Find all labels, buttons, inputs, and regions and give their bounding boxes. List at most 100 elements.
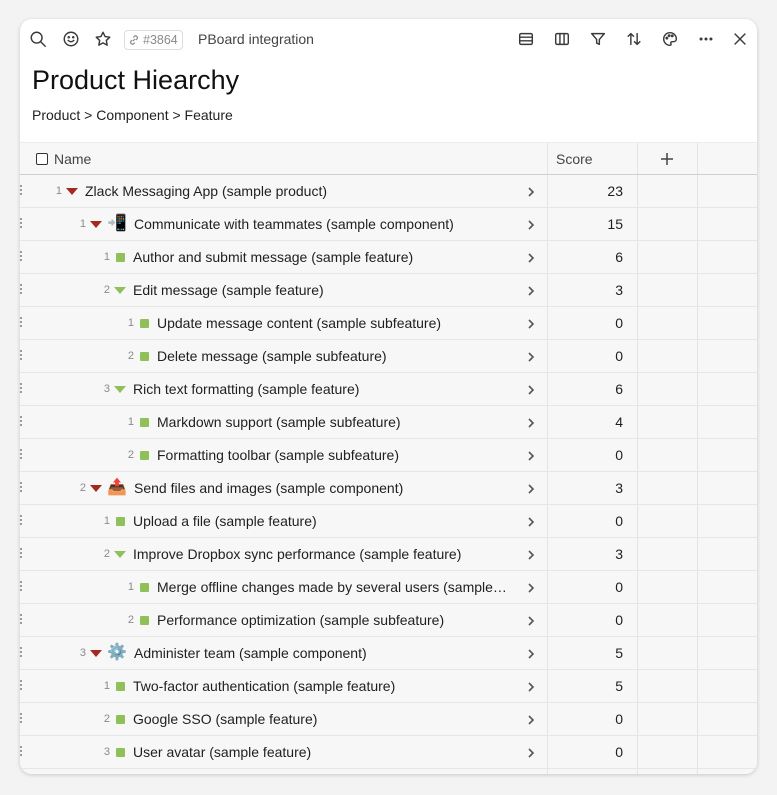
score-cell[interactable]: 15: [548, 208, 623, 240]
table-row[interactable]: 3 User avatar (sample feature) 0: [20, 736, 757, 769]
row-name[interactable]: Performance optimization (sample subfeat…: [157, 604, 517, 636]
chevron-right-icon[interactable]: [525, 350, 537, 362]
drag-handle-icon[interactable]: [20, 350, 24, 362]
chevron-right-icon[interactable]: [525, 383, 537, 395]
filter-icon[interactable]: [588, 29, 608, 49]
chevron-right-icon[interactable]: [525, 515, 537, 527]
table-row[interactable]: 1 Merge offline changes made by several u…: [20, 571, 757, 604]
chevron-right-icon[interactable]: [525, 647, 537, 659]
score-cell[interactable]: 6: [548, 373, 623, 405]
row-name[interactable]: Send files and images (sample component): [134, 472, 517, 504]
drag-handle-icon[interactable]: [20, 251, 24, 263]
drag-handle-icon[interactable]: [20, 680, 24, 692]
collapse-toggle-icon[interactable]: [114, 386, 126, 393]
score-cell[interactable]: 23: [548, 175, 623, 207]
row-name[interactable]: Zlack Messaging App (sample product): [85, 175, 517, 207]
score-cell[interactable]: 6: [548, 241, 623, 273]
score-cell[interactable]: 0: [548, 571, 623, 603]
table-view-icon[interactable]: [516, 29, 536, 49]
drag-handle-icon[interactable]: [20, 482, 24, 494]
score-cell[interactable]: 4: [548, 406, 623, 438]
score-cell[interactable]: 5: [548, 670, 623, 702]
score-cell[interactable]: 0: [548, 505, 623, 537]
drag-handle-icon[interactable]: [20, 713, 24, 725]
row-name[interactable]: Google SSO (sample feature): [133, 703, 517, 735]
row-name[interactable]: Two-factor authentication (sample featur…: [133, 670, 517, 702]
table-row[interactable]: 1 Update message content (sample subfeatu…: [20, 307, 757, 340]
chevron-right-icon[interactable]: [525, 317, 537, 329]
row-name[interactable]: Merge offline changes made by several us…: [157, 571, 517, 603]
row-name[interactable]: Markdown support (sample subfeature): [157, 406, 517, 438]
score-cell[interactable]: 5: [548, 637, 623, 669]
chevron-right-icon[interactable]: [525, 548, 537, 560]
row-name[interactable]: Author and submit message (sample featur…: [133, 241, 517, 273]
drag-handle-icon[interactable]: [20, 614, 24, 626]
collapse-toggle-icon[interactable]: [90, 650, 102, 657]
more-icon[interactable]: [696, 29, 716, 49]
chevron-right-icon[interactable]: [525, 449, 537, 461]
score-cell[interactable]: 3: [548, 472, 623, 504]
table-row[interactable]: 1 Upload a file (sample feature) 0: [20, 505, 757, 538]
drag-handle-icon[interactable]: [20, 218, 24, 230]
score-cell[interactable]: 0: [548, 736, 623, 768]
star-icon[interactable]: [93, 29, 113, 49]
table-row[interactable]: 2 Edit message (sample feature) 3: [20, 274, 757, 307]
drag-handle-icon[interactable]: [20, 284, 24, 296]
table-row[interactable]: 2 Google SSO (sample feature) 0: [20, 703, 757, 736]
table-row[interactable]: 1 Author and submit message (sample featu…: [20, 241, 757, 274]
drag-handle-icon[interactable]: [20, 581, 24, 593]
name-column-header[interactable]: Name: [54, 143, 91, 175]
table-row[interactable]: 1 📲 Communicate with teammates (sample com…: [20, 208, 757, 241]
collapse-toggle-icon[interactable]: [90, 485, 102, 492]
row-name[interactable]: Communicate with teammates (sample compo…: [134, 208, 517, 240]
row-name[interactable]: Delete message (sample subfeature): [157, 340, 517, 372]
score-cell[interactable]: 0: [548, 703, 623, 735]
score-column-header[interactable]: Score: [556, 143, 593, 175]
drag-handle-icon[interactable]: [20, 449, 24, 461]
score-cell[interactable]: 3: [548, 538, 623, 570]
table-row[interactable]: 3 ⚙️ Administer team (sample component) 5: [20, 637, 757, 670]
drag-handle-icon[interactable]: [20, 185, 24, 197]
palette-icon[interactable]: [660, 29, 680, 49]
row-name[interactable]: Administer team (sample component): [134, 637, 517, 669]
chevron-right-icon[interactable]: [525, 185, 537, 197]
table-row[interactable]: 2 Delete message (sample subfeature) 0: [20, 340, 757, 373]
chevron-right-icon[interactable]: [525, 482, 537, 494]
close-icon[interactable]: [730, 29, 750, 49]
chevron-right-icon[interactable]: [525, 581, 537, 593]
table-row[interactable]: 2 Improve Dropbox sync performance (sampl…: [20, 538, 757, 571]
table-row[interactable]: 2 Formatting toolbar (sample subfeature) 0: [20, 439, 757, 472]
chevron-right-icon[interactable]: [525, 614, 537, 626]
columns-icon[interactable]: [552, 29, 572, 49]
score-cell[interactable]: 0: [548, 307, 623, 339]
score-cell[interactable]: 0: [548, 439, 623, 471]
row-name[interactable]: User avatar (sample feature): [133, 736, 517, 768]
collapse-toggle-icon[interactable]: [114, 551, 126, 558]
row-name[interactable]: Upload a file (sample feature): [133, 505, 517, 537]
chevron-right-icon[interactable]: [525, 218, 537, 230]
id-badge[interactable]: #3864: [124, 30, 183, 50]
score-cell[interactable]: 0: [548, 604, 623, 636]
drag-handle-icon[interactable]: [20, 383, 24, 395]
row-name[interactable]: Formatting toolbar (sample subfeature): [157, 439, 517, 471]
drag-handle-icon[interactable]: [20, 548, 24, 560]
chevron-right-icon[interactable]: [525, 251, 537, 263]
chevron-right-icon[interactable]: [525, 680, 537, 692]
chevron-right-icon[interactable]: [525, 416, 537, 428]
table-row[interactable]: 3 Rich text formatting (sample feature) 6: [20, 373, 757, 406]
score-cell[interactable]: 3: [548, 274, 623, 306]
drag-handle-icon[interactable]: [20, 416, 24, 428]
drag-handle-icon[interactable]: [20, 515, 24, 527]
row-name[interactable]: Edit message (sample feature): [133, 274, 517, 306]
collapse-toggle-icon[interactable]: [114, 287, 126, 294]
row-name[interactable]: Update message content (sample subfeatur…: [157, 307, 517, 339]
table-row[interactable]: 2 📤 Send files and images (sample componen…: [20, 472, 757, 505]
table-row[interactable]: 1 Zlack Messaging App (sample product) 23: [20, 175, 757, 208]
row-name[interactable]: Improve Dropbox sync performance (sample…: [133, 538, 517, 570]
search-icon[interactable]: [28, 29, 48, 49]
table-row[interactable]: 2 Performance optimization (sample subfea…: [20, 604, 757, 637]
chevron-right-icon[interactable]: [525, 284, 537, 296]
drag-handle-icon[interactable]: [20, 647, 24, 659]
table-row[interactable]: 1 Two-factor authentication (sample featu…: [20, 670, 757, 703]
collapse-toggle-icon[interactable]: [66, 188, 78, 195]
